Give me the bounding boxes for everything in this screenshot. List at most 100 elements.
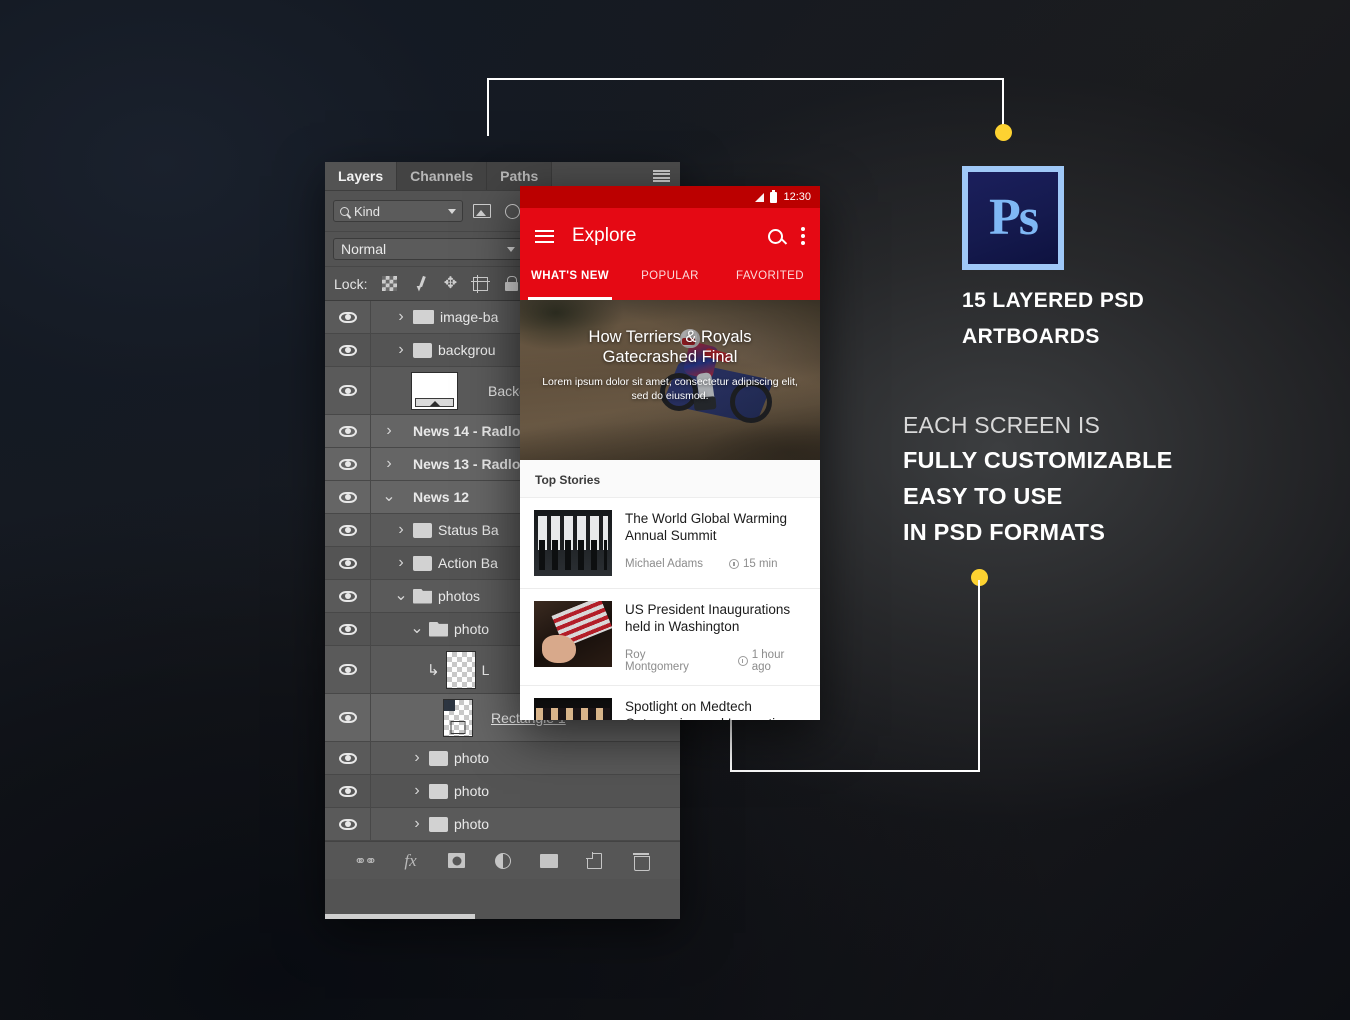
layer-name: photo — [454, 816, 490, 832]
layer-visibility-toggle[interactable] — [325, 742, 371, 774]
signal-bars-icon — [755, 192, 765, 202]
story-thumbnail — [534, 698, 612, 720]
chevron-right-icon[interactable] — [395, 554, 407, 572]
delete-layer-icon[interactable] — [631, 851, 651, 871]
feature-line-3: EASY TO USE — [903, 483, 1063, 509]
layer-visibility-toggle[interactable] — [325, 448, 371, 480]
tab-favorited[interactable]: FAVORITED — [720, 264, 820, 300]
hamburger-menu-icon[interactable] — [535, 229, 554, 243]
eye-icon — [338, 785, 357, 797]
eye-icon — [338, 311, 357, 323]
layer-visibility-toggle[interactable] — [325, 694, 371, 741]
eye-icon — [338, 557, 357, 569]
layer-name: News 14 - Radlo — [413, 423, 521, 439]
layer-name: News 13 - Radlo — [413, 456, 521, 472]
new-group-icon[interactable] — [539, 851, 559, 871]
story-title: The World Global Warming Annual Summit — [625, 511, 788, 543]
artboard-lock-icon[interactable] — [470, 274, 490, 293]
layer-visibility-toggle[interactable] — [325, 808, 371, 840]
hamburger-menu-icon[interactable] — [653, 170, 670, 182]
blend-mode-select[interactable]: Normal — [333, 238, 523, 260]
new-layer-icon[interactable] — [585, 851, 605, 871]
chevron-right-icon[interactable] — [411, 782, 423, 800]
story-meta: Roy Montgomery 1 hour ago — [625, 649, 806, 673]
app-title: Explore — [572, 225, 637, 246]
connector-top-horizontal — [487, 78, 1004, 80]
search-icon[interactable] — [768, 228, 783, 244]
chevron-down-icon[interactable] — [411, 625, 423, 633]
list-item[interactable]: The World Global Warming Annual Summit M… — [520, 498, 820, 589]
story-thumbnail — [534, 510, 612, 576]
layer-name: L — [481, 661, 490, 678]
layer-visibility-toggle[interactable] — [325, 646, 371, 693]
poster-canvas: Layers Channels Paths Kind Normal Lock: — [0, 0, 1350, 1020]
layer-row[interactable]: photo — [325, 775, 680, 808]
horizontal-scrollbar[interactable] — [325, 914, 475, 919]
battery-icon — [770, 189, 778, 203]
layer-visibility-toggle[interactable] — [325, 367, 371, 414]
chevron-down-icon[interactable] — [383, 493, 395, 501]
layer-visibility-toggle[interactable] — [325, 580, 371, 612]
tab-layers[interactable]: Layers — [325, 162, 398, 190]
eye-icon — [338, 752, 357, 764]
lock-label: Lock: — [334, 275, 368, 292]
layer-name: News 12 — [413, 489, 470, 505]
chevron-right-icon[interactable] — [383, 455, 395, 473]
folder-open-icon — [429, 621, 448, 637]
connector-bottom-right-vertical — [978, 580, 980, 772]
story-time: 15 min — [742, 558, 778, 570]
adjustment-layer-icon[interactable] — [493, 851, 513, 871]
layer-visibility-toggle[interactable] — [325, 775, 371, 807]
folder-icon — [429, 750, 448, 766]
link-layers-icon[interactable]: ⚭⚭ — [354, 851, 377, 871]
connector-top-left-vertical — [487, 78, 489, 136]
layer-thumbnail — [443, 698, 473, 737]
tab-popular-label: POPULAR — [641, 270, 699, 282]
tab-whats-new[interactable]: WHAT'S NEW — [520, 264, 620, 300]
eye-icon — [338, 623, 357, 635]
layer-visibility-toggle[interactable] — [325, 547, 371, 579]
chevron-right-icon[interactable] — [395, 341, 407, 359]
eye-icon — [338, 818, 357, 830]
chevron-right-icon[interactable] — [383, 422, 395, 440]
chevron-right-icon[interactable] — [395, 521, 407, 539]
layer-name: photo — [454, 783, 490, 799]
connector-bottom-horizontal — [730, 770, 980, 772]
move-lock-icon[interactable]: ✥ — [442, 275, 458, 292]
list-item[interactable]: US President Inaugurations held in Washi… — [520, 589, 820, 686]
story-title: US President Inaugurations held in Washi… — [625, 602, 791, 634]
layer-name: photo — [454, 750, 490, 766]
layer-row[interactable]: photo — [325, 742, 680, 775]
layer-visibility-toggle[interactable] — [325, 514, 371, 546]
transparency-lock-icon[interactable] — [380, 275, 398, 293]
layer-visibility-toggle[interactable] — [325, 334, 371, 366]
layer-style-fx-icon[interactable]: fx — [401, 851, 421, 871]
folder-icon — [413, 342, 432, 358]
add-layer-mask-icon[interactable] — [447, 851, 467, 871]
layer-visibility-toggle[interactable] — [325, 481, 371, 513]
chevron-right-icon[interactable] — [411, 815, 423, 833]
chevron-right-icon[interactable] — [395, 308, 407, 326]
eye-icon — [338, 425, 357, 437]
feature-text-block: EACH SCREEN IS FULLY CUSTOMIZABLE EASY T… — [903, 408, 1303, 550]
tab-popular[interactable]: POPULAR — [620, 264, 720, 300]
app-tab-bar: WHAT'S NEW POPULAR FAVORITED — [520, 264, 820, 300]
lock-all-icon[interactable] — [502, 275, 520, 293]
kebab-menu-icon[interactable] — [801, 227, 805, 245]
feature-line-4: IN PSD FORMATS — [903, 519, 1106, 545]
tab-channels[interactable]: Channels — [397, 162, 488, 190]
filter-kind-select[interactable]: Kind — [333, 200, 463, 222]
chevron-down-icon[interactable] — [395, 592, 407, 600]
layer-thumbnail — [411, 371, 458, 410]
layer-visibility-toggle[interactable] — [325, 415, 371, 447]
layer-row[interactable]: photo — [325, 808, 680, 841]
hero-banner[interactable]: How Terriers & Royals Gatecrashed Final … — [520, 300, 820, 460]
chevron-right-icon[interactable] — [411, 749, 423, 767]
folder-icon — [429, 816, 448, 832]
list-item[interactable]: Spotlight on Medtech Outsourcing and Inn… — [520, 686, 820, 720]
brush-lock-icon[interactable] — [411, 275, 429, 293]
image-filter-icon[interactable] — [471, 201, 493, 221]
eye-icon — [338, 491, 357, 503]
layer-visibility-toggle[interactable] — [325, 613, 371, 645]
layer-visibility-toggle[interactable] — [325, 301, 371, 333]
